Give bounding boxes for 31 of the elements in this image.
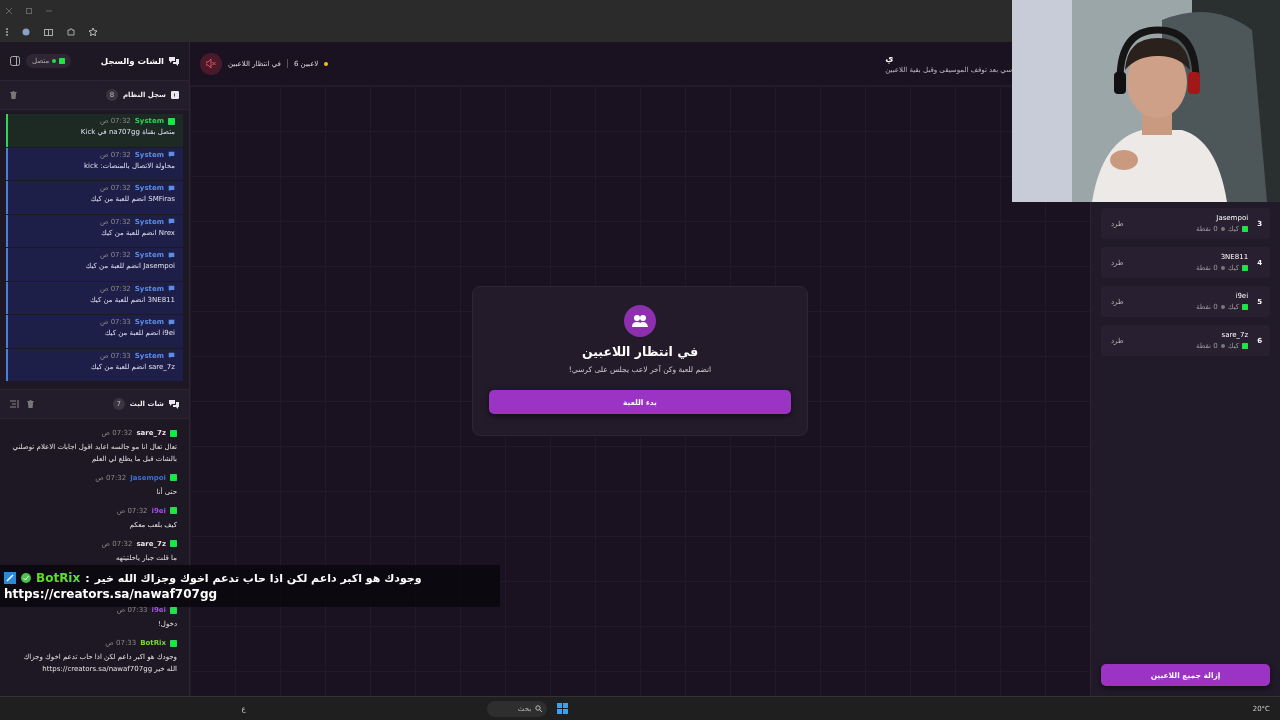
restore-icon[interactable] [26,8,32,14]
chat-bubbles-icon [169,56,179,66]
users-icon [624,305,656,337]
chat-bubble-icon [168,151,175,158]
panel-title: الشات والسجل [100,56,164,66]
chat-bubble-icon [168,251,175,259]
start-icon[interactable] [557,703,569,714]
banner-message: وجودك هو اكبر داعم لكن اذا حاب تدعم اخوك وجزاك الله خير [94,571,422,585]
banner-separator: : [85,571,90,585]
banner-link[interactable]: https://creators.sa/nawaf707gg [4,587,496,601]
chat-bubble-icon [168,285,175,292]
trash-icon[interactable] [27,400,34,408]
chat-bubbles-icon [169,399,179,409]
chat-bubble-icon [168,184,175,192]
muted-speaker-icon [206,59,216,68]
search-icon [535,705,543,712]
verified-icon [21,573,31,583]
chat-bubble-icon [168,318,175,326]
mute-button[interactable] [200,52,222,75]
trash-icon[interactable] [10,91,17,99]
chat-bubble-icon [168,218,175,225]
card-title: في انتظار اللاعبين [581,344,699,359]
globe-icon[interactable] [22,28,30,36]
sidebar-toggle-icon[interactable] [10,56,20,66]
game-title: ي [885,53,894,63]
align-icon[interactable] [10,400,19,408]
close-icon[interactable] [6,8,12,14]
reader-icon[interactable] [44,28,53,36]
banner-username: BotRix [36,571,81,585]
star-icon[interactable] [89,28,97,36]
chat-bubble-icon [168,352,175,359]
